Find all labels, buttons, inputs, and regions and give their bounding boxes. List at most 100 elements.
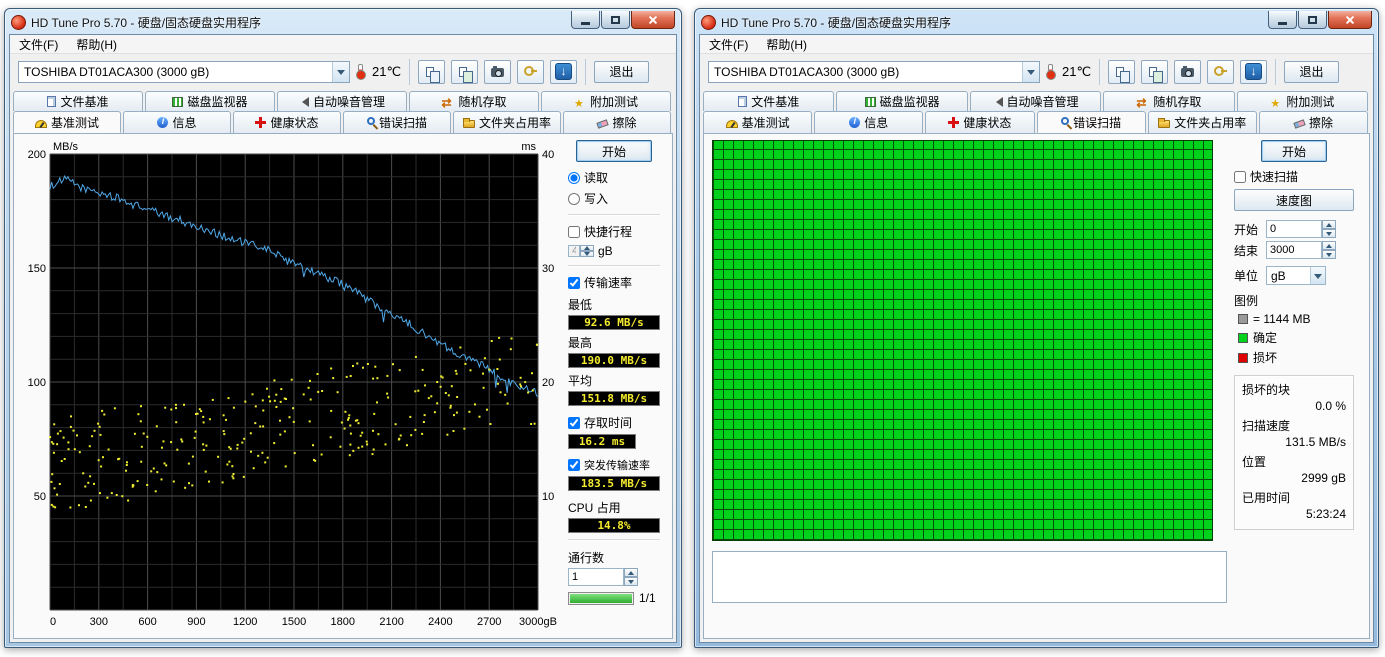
options-button[interactable] [517, 60, 544, 84]
copy-text-button[interactable] [418, 60, 445, 84]
unit-select[interactable]: gB [1266, 266, 1326, 285]
drive-select[interactable]: TOSHIBA DT01ACA300 (3000 gB) [18, 61, 350, 83]
tab-erase[interactable]: 擦除 [1259, 111, 1368, 133]
legend-title: 图例 [1234, 292, 1354, 309]
screenshot-button[interactable] [484, 60, 511, 84]
short-stroke-checkbox[interactable] [568, 226, 580, 238]
tab-extra-tests[interactable]: 附加测试 [1237, 91, 1368, 111]
error-scan-panel: 开始 快速扫描 速度图 开始 结束 单位 gB [1234, 134, 1364, 638]
minimize-button[interactable] [1268, 11, 1297, 29]
tab-file-benchmark[interactable]: 文件基准 [703, 91, 834, 111]
svg-text:20: 20 [542, 377, 554, 389]
burst-rate-checkbox[interactable] [568, 459, 580, 471]
scan-end-input[interactable] [1266, 241, 1322, 259]
cpu-label: CPU 占用 [568, 499, 660, 516]
tab-error-scan[interactable]: 错误扫描 [1037, 111, 1146, 133]
temperature: 21℃ [1062, 64, 1091, 80]
svg-text:1500: 1500 [282, 616, 306, 628]
pass-count-input[interactable] [568, 568, 624, 586]
tab-benchmark[interactable]: 基准测试 [703, 111, 812, 133]
tab-random-access[interactable]: 随机存取 [1103, 91, 1234, 111]
tab-disk-monitor[interactable]: 磁盘监视器 [145, 91, 275, 111]
start-scan-button[interactable]: 开始 [1261, 140, 1327, 162]
start-button[interactable]: 开始 [576, 140, 652, 162]
tab-health[interactable]: 健康状态 [233, 111, 341, 133]
short-stroke-input[interactable] [568, 245, 580, 257]
menu-file[interactable]: 文件(F) [704, 35, 753, 54]
scan-log[interactable] [712, 551, 1227, 603]
toolbar: TOSHIBA DT01ACA300 (3000 gB) 21℃ 退出 [700, 54, 1373, 89]
tab-health[interactable]: 健康状态 [925, 111, 1034, 133]
maximize-button[interactable] [1298, 11, 1327, 29]
minimize-button[interactable] [571, 11, 600, 29]
svg-text:150: 150 [28, 263, 46, 275]
exit-button[interactable]: 退出 [594, 61, 649, 83]
spinner-buttons[interactable] [1322, 241, 1336, 259]
svg-text:10: 10 [542, 491, 554, 503]
progress-label: 1/1 [639, 591, 656, 605]
tab-error-scan[interactable]: 错误扫描 [343, 111, 451, 133]
save-button[interactable] [1240, 60, 1267, 84]
drive-select[interactable]: TOSHIBA DT01ACA300 (3000 gB) [708, 61, 1040, 83]
tab-info[interactable]: 信息 [123, 111, 231, 133]
maximize-button[interactable] [601, 11, 630, 29]
random-access-icon [441, 96, 454, 108]
thermometer-icon [1048, 64, 1053, 77]
screenshot-button[interactable] [1174, 60, 1201, 84]
access-time-checkbox[interactable] [568, 417, 580, 429]
position-value: 2999 gB [1242, 471, 1346, 485]
chevron-down-icon[interactable] [1310, 267, 1325, 284]
tab-folder-usage[interactable]: 文件夹占用率 [1148, 111, 1257, 133]
copy-image-button[interactable] [1141, 60, 1168, 84]
app-icon [701, 15, 716, 30]
exit-button[interactable]: 退出 [1284, 61, 1339, 83]
tab-disk-monitor[interactable]: 磁盘监视器 [836, 91, 967, 111]
close-button[interactable] [1328, 11, 1372, 29]
write-radio[interactable] [568, 193, 580, 205]
tab-erase[interactable]: 擦除 [563, 111, 671, 133]
scan-start-input[interactable] [1266, 220, 1322, 238]
tab-extra-tests[interactable]: 附加测试 [541, 91, 671, 111]
damaged-value: 0.0 % [1242, 399, 1346, 413]
scan-stats: 损坏的块 0.0 % 扫描速度 131.5 MB/s 位置 2999 gB 已用… [1234, 375, 1354, 530]
eraser-icon [597, 119, 609, 128]
copy-text-button[interactable] [1108, 60, 1135, 84]
options-button[interactable] [1207, 60, 1234, 84]
svg-text:200: 200 [28, 149, 46, 161]
titlebar[interactable]: HD Tune Pro 5.70 - 硬盘/固态硬盘实用程序 [695, 9, 1378, 33]
transfer-rate-checkbox[interactable] [568, 277, 580, 289]
tab-aam[interactable]: 自动噪音管理 [970, 91, 1101, 111]
menu-help[interactable]: 帮助(H) [71, 35, 122, 54]
quick-scan-checkbox[interactable] [1234, 171, 1246, 183]
unit-label: gB [598, 244, 613, 258]
scan-map [712, 140, 1213, 541]
close-button[interactable] [631, 11, 675, 29]
elapsed-value: 5:23:24 [1242, 507, 1346, 521]
titlebar[interactable]: HD Tune Pro 5.70 - 硬盘/固态硬盘实用程序 [5, 9, 681, 33]
tab-folder-usage[interactable]: 文件夹占用率 [453, 111, 561, 133]
tab-info[interactable]: 信息 [814, 111, 923, 133]
spinner-buttons[interactable] [624, 568, 638, 586]
copy-image-button[interactable] [451, 60, 478, 84]
menu-help[interactable]: 帮助(H) [761, 35, 812, 54]
tab-aam[interactable]: 自动噪音管理 [277, 91, 407, 111]
avg-label: 平均 [568, 372, 660, 389]
spinner-buttons[interactable] [1322, 220, 1336, 238]
speed-map-button[interactable]: 速度图 [1234, 189, 1354, 211]
chevron-down-icon[interactable] [332, 62, 349, 82]
tab-file-benchmark[interactable]: 文件基准 [13, 91, 143, 111]
menubar: 文件(F) 帮助(H) [10, 35, 676, 54]
client-area: 文件(F) 帮助(H) TOSHIBA DT01ACA300 (3000 gB)… [9, 34, 677, 643]
pass-count-label: 通行数 [568, 549, 660, 566]
svg-text:900: 900 [187, 616, 205, 628]
read-radio[interactable] [568, 172, 580, 184]
burst-value: 183.5 MB/s [568, 476, 660, 491]
svg-text:1800: 1800 [331, 616, 355, 628]
spinner-buttons[interactable] [580, 245, 594, 257]
chevron-down-icon[interactable] [1022, 62, 1039, 82]
tab-random-access[interactable]: 随机存取 [409, 91, 539, 111]
menu-file[interactable]: 文件(F) [14, 35, 63, 54]
save-button[interactable] [550, 60, 577, 84]
tab-benchmark[interactable]: 基准测试 [13, 111, 121, 133]
benchmark-chart: 5010015020010203040MB/sms030060090012001… [14, 134, 568, 638]
